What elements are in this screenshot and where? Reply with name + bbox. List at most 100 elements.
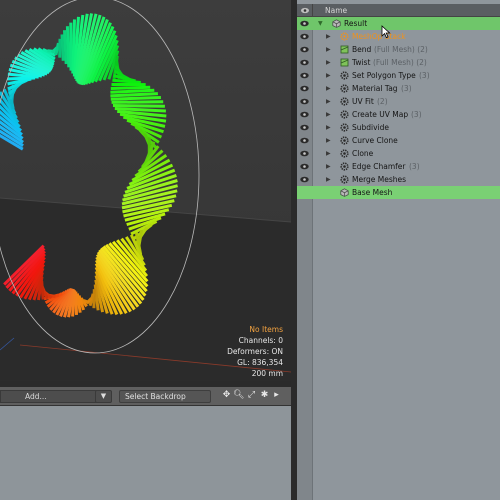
list-item-edge-chamfer[interactable]: ▶ Edge Chamfer (3) xyxy=(297,160,500,173)
name-column-header[interactable]: Name xyxy=(325,4,347,17)
schematic-toolbar: Add... ▼ Select Backdrop ✥ 🔍︎ ⤢ ✱ ▸ xyxy=(0,387,291,406)
gear-icon xyxy=(340,97,349,106)
expand-arrow-icon[interactable]: ▶ xyxy=(326,95,331,108)
gear-icon xyxy=(340,84,349,93)
list-item-material-tag[interactable]: ▶ Material Tag (3) xyxy=(297,82,500,95)
list-item-sublabel: (Full Mesh) (2) xyxy=(373,58,427,67)
expand-arrow-icon[interactable]: ▶ xyxy=(326,134,331,147)
list-item-merge-meshes[interactable]: ▶ Merge Meshes xyxy=(297,173,500,186)
add-field[interactable]: Add... xyxy=(0,390,98,403)
eye-icon[interactable] xyxy=(300,150,309,157)
list-item-label: Twist xyxy=(352,58,371,67)
chevron-down-icon[interactable]: ▼ xyxy=(95,390,112,403)
deformer-icon xyxy=(340,45,349,54)
eye-icon[interactable] xyxy=(300,46,309,53)
zoom-icon[interactable]: 🔍︎ xyxy=(233,389,244,402)
gear-icon xyxy=(340,136,349,145)
list-item-sublabel: (3) xyxy=(401,84,412,93)
ribbon-strip xyxy=(74,291,78,315)
list-header: Name xyxy=(297,4,500,17)
mouse-cursor-icon xyxy=(381,25,391,39)
ribbon-strip xyxy=(110,88,155,94)
expand-arrow-icon[interactable]: ▶ xyxy=(326,108,331,121)
list-item-result[interactable]: ▼ Result xyxy=(297,17,500,30)
ribbon-strip xyxy=(65,26,71,68)
list-item-label: Subdivide xyxy=(352,123,390,132)
list-item-sublabel: (3) xyxy=(409,162,420,171)
expand-arrow-icon[interactable]: ▶ xyxy=(326,173,331,186)
list-item-twist[interactable]: ▶ Twist (Full Mesh) (2) xyxy=(297,56,500,69)
ribbon-strip xyxy=(63,30,68,65)
eye-column-header[interactable] xyxy=(297,4,313,17)
eye-icon[interactable] xyxy=(300,111,309,118)
list-item-label: Bend xyxy=(352,45,372,54)
list-item-label: Create UV Map xyxy=(352,110,409,119)
list-item-sublabel: (Full Mesh) (2) xyxy=(374,45,428,54)
gear-icon xyxy=(340,110,349,119)
schematic-panel[interactable] xyxy=(0,406,291,500)
expand-arrow-icon[interactable]: ▶ xyxy=(326,160,331,173)
eye-icon[interactable] xyxy=(300,59,309,66)
list-item-bend[interactable]: ▶ Bend (Full Mesh) (2) xyxy=(297,43,500,56)
list-item-label: MeshOp Stack xyxy=(352,32,406,41)
list-item-label: Set Polygon Type xyxy=(352,71,416,80)
gear-icon xyxy=(340,71,349,80)
move-icon[interactable]: ✥ xyxy=(221,389,232,402)
expand-arrow-icon[interactable]: ▶ xyxy=(326,121,331,134)
deformers-info: Deformers: ON xyxy=(227,347,283,356)
3d-viewport[interactable]: No Items Channels: 0 Deformers: ON GL: 8… xyxy=(0,0,291,381)
list-item-subdivide[interactable]: ▶ Subdivide xyxy=(297,121,500,134)
gear-icon xyxy=(340,175,349,184)
collapse-arrow-icon[interactable]: ▼ xyxy=(318,17,323,30)
list-item-base-mesh[interactable]: Base Mesh xyxy=(297,186,500,199)
expand-arrow-icon[interactable]: ▶ xyxy=(326,69,331,82)
list-item-sublabel: (3) xyxy=(411,110,422,119)
expand-arrow-icon[interactable]: ▶ xyxy=(326,147,331,160)
eye-icon[interactable] xyxy=(300,85,309,92)
ribbon-strip xyxy=(60,34,65,61)
eye-icon[interactable] xyxy=(300,98,309,105)
expand-arrow-icon[interactable]: ▶ xyxy=(326,30,331,43)
list-item-label: Edge Chamfer xyxy=(352,162,406,171)
eye-icon[interactable] xyxy=(300,124,309,131)
list-item-uv-fit[interactable]: ▶ UV Fit (2) xyxy=(297,95,500,108)
channels-info: Channels: 0 xyxy=(238,336,283,345)
ribbon-strip xyxy=(110,85,151,90)
list-item-label: Merge Meshes xyxy=(352,175,407,184)
eye-icon[interactable] xyxy=(300,33,309,40)
list-item-label: UV Fit xyxy=(352,97,374,106)
list-item-set-polygon-type[interactable]: ▶ Set Polygon Type (3) xyxy=(297,69,500,82)
list-item-clone[interactable]: ▶ Clone xyxy=(297,147,500,160)
eye-icon[interactable] xyxy=(300,137,309,144)
deformer-icon xyxy=(340,58,349,67)
meshop-icon xyxy=(340,32,349,41)
list-item-curve-clone[interactable]: ▶ Curve Clone xyxy=(297,134,500,147)
eye-icon xyxy=(301,7,309,14)
gear-icon xyxy=(340,123,349,132)
eye-icon[interactable] xyxy=(300,163,309,170)
ribbon-strip xyxy=(110,96,161,101)
item-list: ▼ Result ▶ MeshOp Stack ▶ Bend (Full Mesh) (2… xyxy=(297,17,500,500)
list-item-meshop-stack[interactable]: ▶ MeshOp Stack xyxy=(297,30,500,43)
ribbon-strip xyxy=(7,76,36,81)
list-item-sublabel: (2) xyxy=(377,97,388,106)
list-item-label: Result xyxy=(344,19,368,28)
gear-icon[interactable]: ✱ xyxy=(259,389,270,402)
viewport-canvas[interactable] xyxy=(0,0,291,381)
fit-icon[interactable]: ⤢ xyxy=(246,389,257,402)
gear-icon xyxy=(340,149,349,158)
list-item-sublabel: (3) xyxy=(419,71,430,80)
expand-arrow-icon[interactable]: ▶ xyxy=(326,82,331,95)
gear-icon xyxy=(340,162,349,171)
eye-icon[interactable] xyxy=(300,72,309,79)
eye-icon[interactable] xyxy=(300,176,309,183)
result-mesh-icon xyxy=(332,19,341,28)
selection-info: No Items xyxy=(249,325,283,334)
expand-arrow-icon[interactable]: ▶ xyxy=(326,43,331,56)
gl-polycount-info: GL: 836,354 xyxy=(237,358,283,367)
eye-icon[interactable] xyxy=(300,20,309,27)
list-item-create-uv-map[interactable]: ▶ Create UV Map (3) xyxy=(297,108,500,121)
arrow-right-icon[interactable]: ▸ xyxy=(271,389,282,402)
select-backdrop-button[interactable]: Select Backdrop xyxy=(119,390,211,403)
expand-arrow-icon[interactable]: ▶ xyxy=(326,56,331,69)
